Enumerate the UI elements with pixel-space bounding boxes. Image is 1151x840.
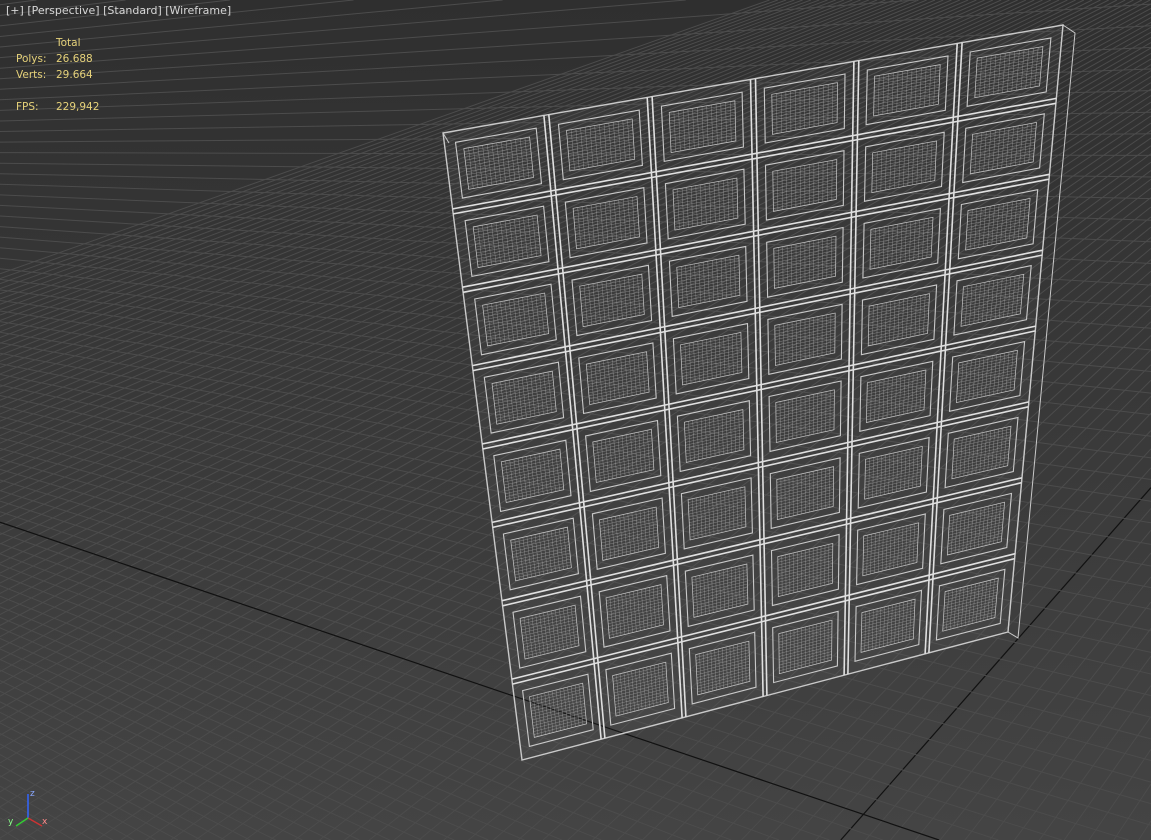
polys-label: Polys: [16,53,47,65]
panel-outline [442,24,1064,761]
polys-value: 26.688 [56,53,93,65]
viewport-shading-style-menu[interactable]: [Standard] [103,4,162,17]
grid-line [1014,655,1151,840]
fps-label: FPS: [16,101,39,113]
axis-tripod-icon: z x y [8,789,48,827]
y-axis-line [15,817,29,827]
viewport-view-menu[interactable]: [Perspective] [27,4,99,17]
grid-line [0,828,19,840]
verts-value: 29.664 [56,69,93,81]
fps-value: 229,942 [56,101,100,113]
grid-line [0,627,489,840]
statistics-overlay: Total Polys: 26.688 Verts: 29.664 FPS: 2… [16,35,116,115]
grid-line [989,628,1151,840]
x-axis-label: x [42,817,48,827]
viewport-scene[interactable] [0,0,1151,840]
grid-line [0,606,562,840]
grid-line [964,601,1151,840]
y-axis-label: y [8,817,14,827]
grid-line [1038,685,1151,840]
grid-line [0,659,390,840]
wireframe-glass-block-panel[interactable] [442,24,1076,761]
viewport-display-mode-menu[interactable]: [Wireframe] [165,4,231,17]
grid-line [1113,783,1151,840]
stats-header: Total [56,37,81,49]
z-axis-label: z [30,789,35,799]
x-axis-line [27,817,43,827]
viewport-label-menu[interactable]: [+] [Perspective] [Standard] [Wireframe] [6,3,231,19]
verts-label: Verts: [16,69,47,81]
grid-line [0,669,360,840]
viewport-plus-menu[interactable]: [+] [6,4,24,17]
perspective-viewport[interactable]: [+] [Perspective] [Standard] [Wireframe]… [0,0,1151,840]
